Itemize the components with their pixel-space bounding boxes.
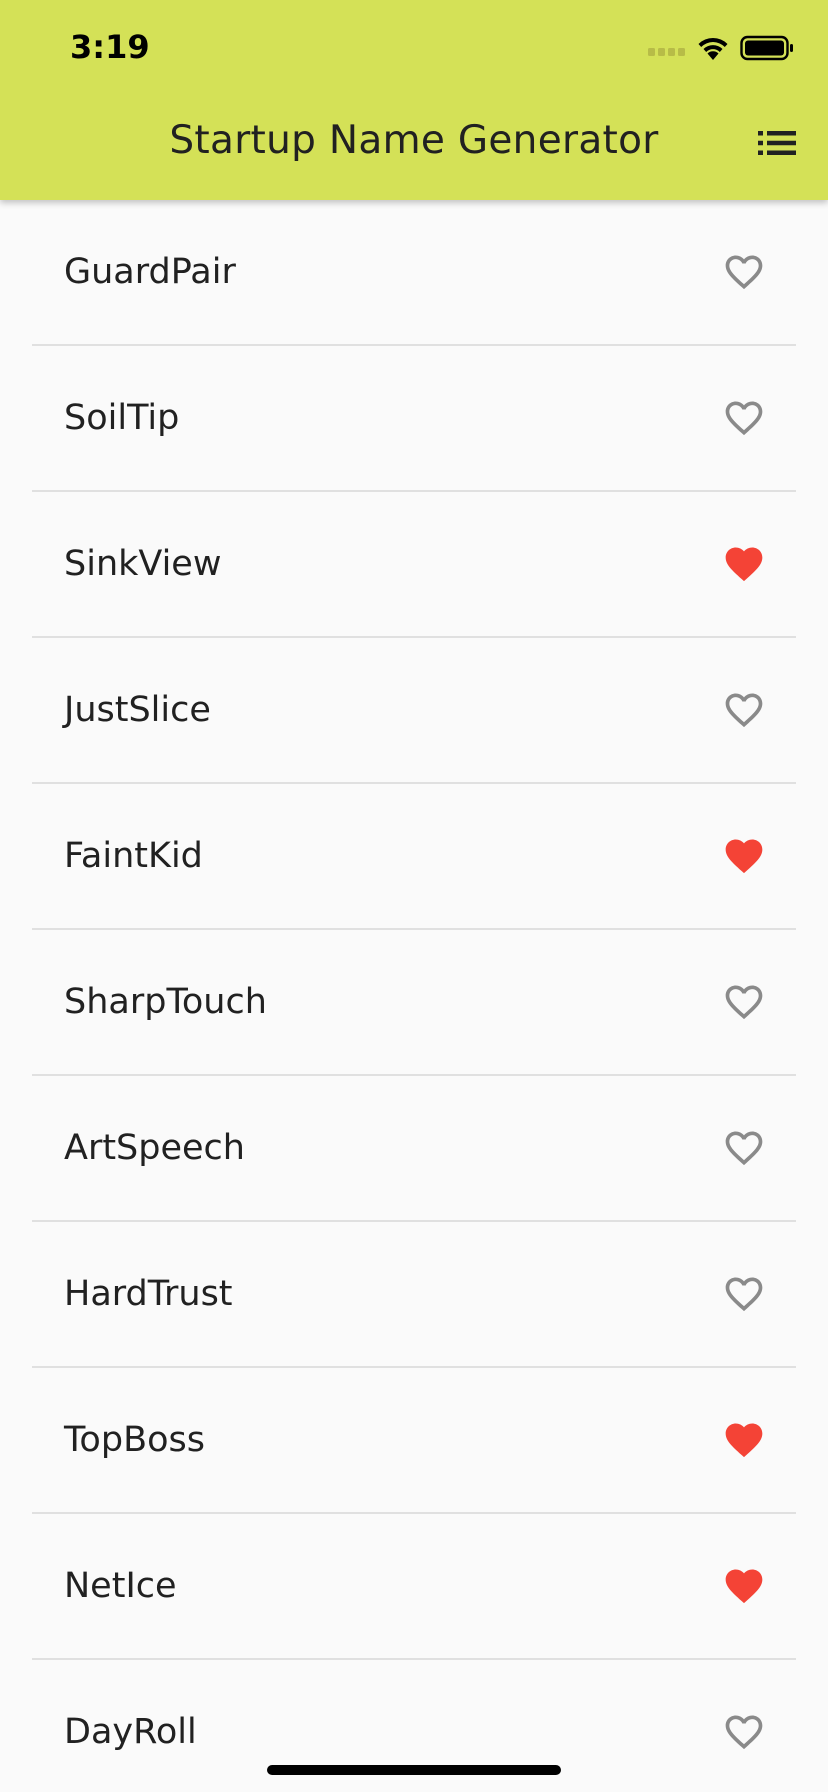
favorite-border-icon[interactable]: [722, 1272, 766, 1316]
home-indicator: [267, 1765, 561, 1775]
app-bar: 3:19 Startup Name Generator: [0, 0, 828, 200]
startup-name: HardTrust: [64, 1274, 233, 1314]
startup-name: SinkView: [64, 544, 222, 584]
startup-name: DayRoll: [64, 1712, 197, 1752]
favorite-border-icon[interactable]: [722, 396, 766, 440]
startup-name: ArtSpeech: [64, 1128, 245, 1168]
cellular-signal-icon: [648, 41, 686, 60]
wifi-icon: [696, 35, 730, 65]
status-icons: [648, 34, 794, 66]
startup-name: JustSlice: [64, 690, 211, 730]
suggestion-list[interactable]: GuardPair SoilTip SinkView JustSlice FaintKi…: [32, 200, 796, 1792]
startup-name: SharpTouch: [64, 982, 267, 1022]
startup-name: TopBoss: [64, 1420, 205, 1460]
list-item[interactable]: NetIce: [32, 1514, 796, 1658]
screen: 3:19 Startup Name Generator GuardPair So…: [0, 0, 828, 1792]
startup-name: FaintKid: [64, 836, 203, 876]
list-item[interactable]: SoilTip: [32, 346, 796, 490]
list-item[interactable]: ArtSpeech: [32, 1076, 796, 1220]
favorite-icon[interactable]: [722, 542, 766, 586]
list-item[interactable]: HardTrust: [32, 1222, 796, 1366]
list-icon: [758, 131, 796, 159]
battery-icon: [740, 35, 794, 65]
favorite-icon[interactable]: [722, 834, 766, 878]
startup-name: NetIce: [64, 1566, 177, 1606]
page-title: Startup Name Generator: [169, 118, 659, 163]
favorite-border-icon[interactable]: [722, 688, 766, 732]
status-time: 3:19: [70, 28, 150, 66]
favorite-border-icon[interactable]: [722, 1710, 766, 1754]
list-item[interactable]: SinkView: [32, 492, 796, 636]
favorite-border-icon[interactable]: [722, 1126, 766, 1170]
saved-list-button[interactable]: [754, 122, 800, 168]
list-item[interactable]: GuardPair: [32, 200, 796, 344]
startup-name: SoilTip: [64, 398, 180, 438]
favorite-icon[interactable]: [722, 1418, 766, 1462]
favorite-border-icon[interactable]: [722, 250, 766, 294]
list-item[interactable]: TopBoss: [32, 1368, 796, 1512]
list-item[interactable]: JustSlice: [32, 638, 796, 782]
favorite-icon[interactable]: [722, 1564, 766, 1608]
favorite-border-icon[interactable]: [722, 980, 766, 1024]
startup-name: GuardPair: [64, 252, 236, 292]
list-item[interactable]: FaintKid: [32, 784, 796, 928]
list-item[interactable]: SharpTouch: [32, 930, 796, 1074]
